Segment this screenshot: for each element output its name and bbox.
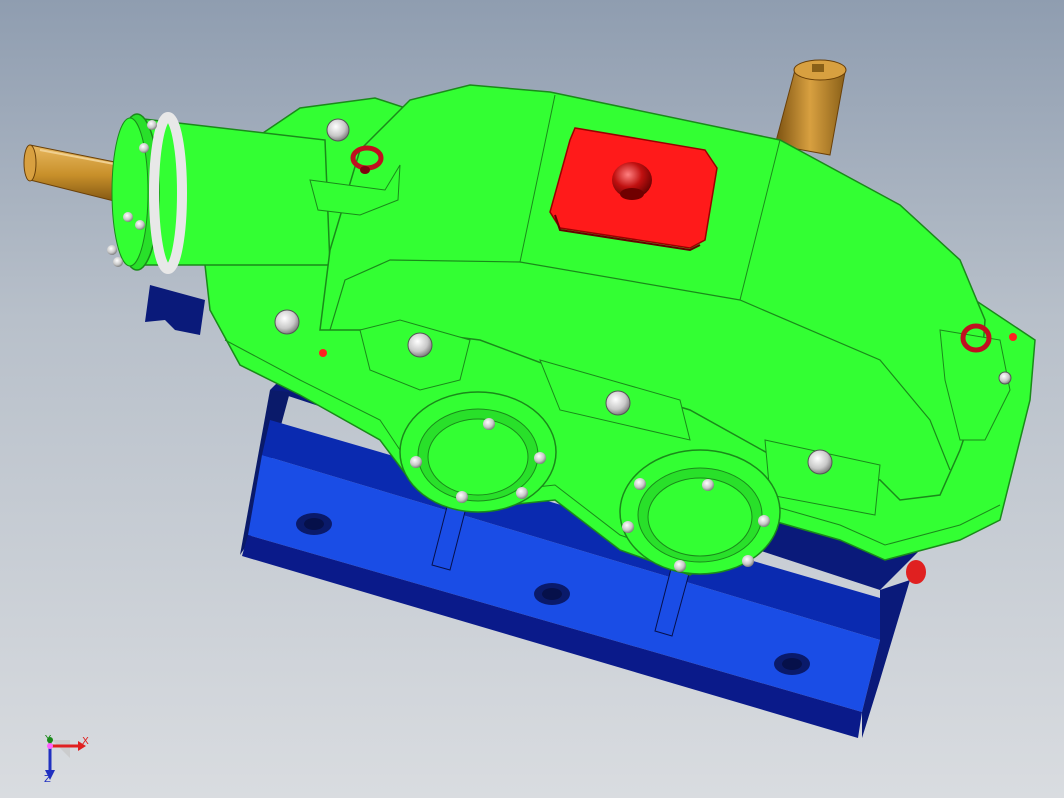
drain-plug[interactable] bbox=[906, 560, 926, 584]
mounting-hole bbox=[296, 513, 332, 535]
bearing-cover-left[interactable] bbox=[399, 391, 557, 513]
orientation-triad bbox=[45, 737, 86, 780]
gearbox-model[interactable] bbox=[0, 0, 1064, 798]
y-axis-label: Y bbox=[45, 734, 52, 745]
graphics-viewport[interactable]: X Y Z bbox=[0, 0, 1064, 798]
mounting-hole bbox=[774, 653, 810, 675]
output-shaft[interactable] bbox=[774, 59, 847, 156]
x-axis-label: X bbox=[82, 736, 89, 747]
z-axis-label: Z bbox=[44, 774, 51, 785]
housing-foot bbox=[145, 285, 205, 335]
bearing-cover-right[interactable] bbox=[619, 449, 781, 575]
mounting-hole bbox=[534, 583, 570, 605]
input-bearing-housing[interactable] bbox=[107, 112, 331, 274]
